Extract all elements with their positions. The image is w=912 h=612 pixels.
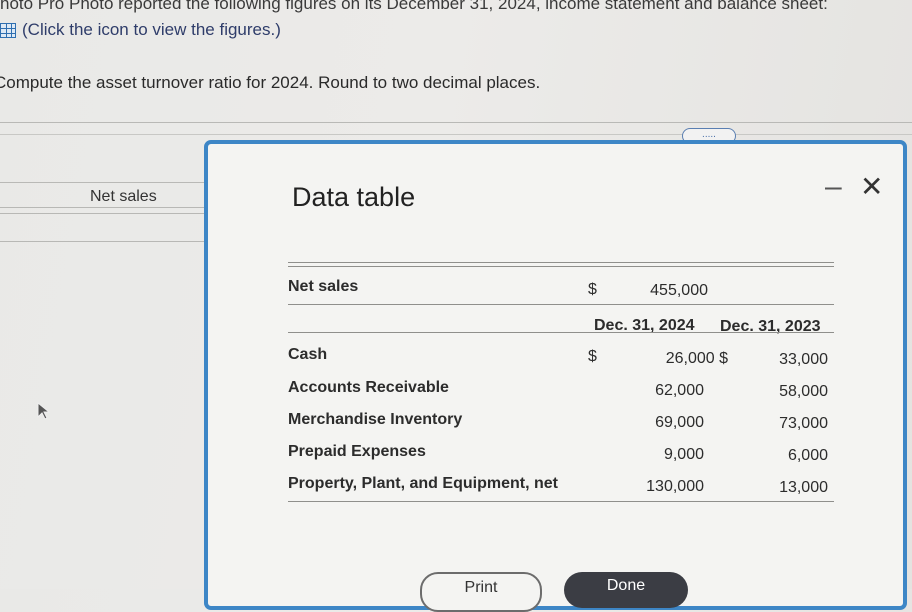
close-icon[interactable]: ✕ <box>860 172 883 202</box>
net-sales-label: Net sales <box>288 278 359 295</box>
row-label-cash: Cash <box>288 346 328 363</box>
row-2024-accounts-receivable: 62,000 <box>655 382 704 399</box>
problem-question: Compute the asset turnover ratio for 202… <box>0 73 541 92</box>
view-figures-link[interactable]: (Click the icon to view the figures.) <box>0 20 281 40</box>
row-label-ppe-net: Property, Plant, and Equipment, net <box>288 475 558 492</box>
pointer-cursor-icon <box>37 402 51 420</box>
row-2024-merchandise-inventory: 69,000 <box>655 414 704 431</box>
row-label-accounts-receivable: Accounts Receivable <box>288 379 449 396</box>
print-button[interactable]: Print <box>420 572 542 612</box>
row-2023-accounts-receivable: 58,000 <box>779 383 828 400</box>
row-label-merchandise-inventory: Merchandise Inventory <box>288 411 463 428</box>
table-grid-icon[interactable] <box>0 22 16 38</box>
row-2023-cash: 33,000 <box>779 351 828 368</box>
row-currency-cash: $ <box>588 348 597 365</box>
figures-table: Net sales $ 455,000 Dec. 31, 2024 Dec. 3… <box>288 262 834 506</box>
divider <box>0 134 912 135</box>
row-2024-prepaid-expenses: 9,000 <box>663 446 704 463</box>
modal-title: Data table <box>292 182 416 212</box>
data-table-modal: Data table – ✕ Net sales $ 455,000 Dec. … <box>204 140 907 612</box>
minimize-icon[interactable]: – <box>825 172 842 202</box>
row-2023-prepaid-expenses: 6,000 <box>787 447 828 464</box>
net-sales-value: 455,000 <box>650 282 708 299</box>
row-label-prepaid-expenses: Prepaid Expenses <box>288 443 426 460</box>
background-net-sales-label: Net sales <box>90 188 157 205</box>
net-sales-currency: $ <box>588 281 597 298</box>
header-dec-2023: Dec. 31, 2023 <box>720 318 821 335</box>
divider <box>0 122 912 123</box>
row-2023-merchandise-inventory: 73,000 <box>779 415 828 432</box>
row-2023-ppe-net: 13,000 <box>779 479 828 496</box>
view-figures-text[interactable]: (Click the icon to view the figures.) <box>22 20 281 40</box>
row-2024-cash: 26,000 $ <box>665 350 728 367</box>
row-2024-ppe-net: 130,000 <box>646 478 704 495</box>
done-button[interactable]: Done <box>564 572 688 608</box>
problem-intro: hoto Pro Photo reported the following fi… <box>0 0 828 13</box>
